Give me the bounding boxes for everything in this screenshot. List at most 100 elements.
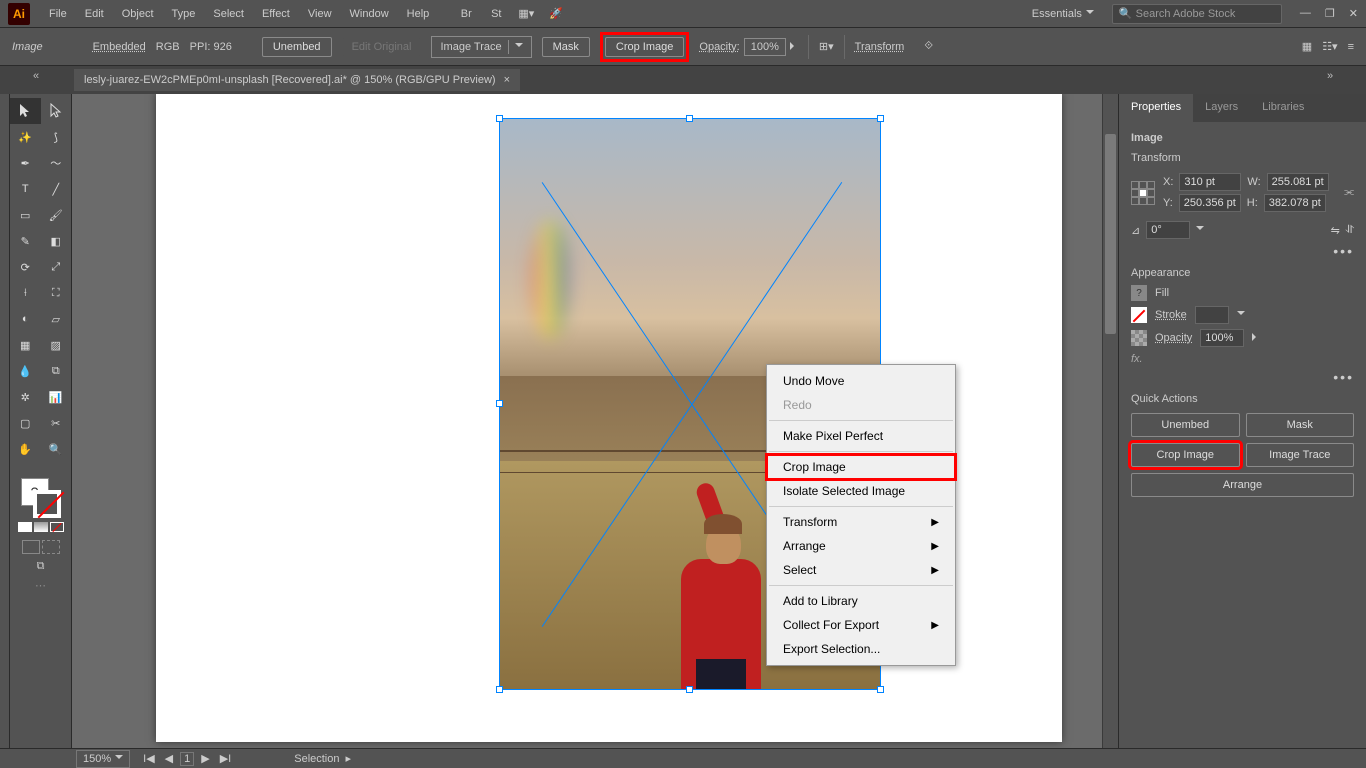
align-icon[interactable]: ⊞▾ [819, 40, 834, 53]
reference-point[interactable] [1131, 181, 1155, 205]
workspace-switcher[interactable]: Essentials [1022, 3, 1104, 25]
opacity-input[interactable] [1200, 329, 1244, 347]
draw-normal-icon[interactable] [22, 540, 40, 554]
cm-export-selection[interactable]: Export Selection... [767, 637, 955, 661]
pen-tool[interactable]: ✒ [10, 150, 41, 176]
menu-help[interactable]: Help [398, 8, 439, 20]
mesh-tool[interactable]: ▦ [10, 332, 41, 358]
crop-image-button[interactable]: Crop Image [605, 37, 684, 57]
bridge-icon[interactable]: Br [456, 4, 476, 24]
menu-file[interactable]: File [40, 8, 76, 20]
cm-collect-export[interactable]: Collect For Export▶ [767, 613, 955, 637]
line-tool[interactable]: ╱ [41, 176, 72, 202]
resize-handle-bl[interactable] [496, 686, 503, 693]
menu-window[interactable]: Window [341, 8, 398, 20]
tab-properties[interactable]: Properties [1119, 94, 1193, 122]
y-input[interactable] [1179, 194, 1241, 212]
cm-isolate[interactable]: Isolate Selected Image [767, 479, 955, 503]
arrange-docs-icon[interactable]: ▦▾ [516, 4, 536, 24]
perspective-tool[interactable]: ▱ [41, 306, 72, 332]
image-trace-dropdown[interactable]: Image Trace [431, 36, 531, 58]
tab-libraries[interactable]: Libraries [1250, 94, 1316, 122]
scale-tool[interactable]: ⤢ [41, 254, 72, 280]
window-minimize-icon[interactable]: — [1300, 7, 1311, 20]
panel-grid-icon[interactable]: ▦ [1302, 40, 1312, 53]
appearance-options-icon[interactable]: ••• [1131, 369, 1354, 385]
tab-close-icon[interactable]: × [504, 74, 510, 86]
vertical-scrollbar[interactable] [1102, 94, 1118, 748]
fill-swatch[interactable]: ? [1131, 285, 1147, 301]
qa-arrange-button[interactable]: Arrange [1131, 473, 1354, 497]
h-input[interactable] [1264, 194, 1326, 212]
stroke-label[interactable]: Stroke [1155, 309, 1187, 321]
left-dock-toggle[interactable]: « [4, 66, 68, 86]
resize-handle-bm[interactable] [686, 686, 693, 693]
artboard-number-input[interactable]: 1 [180, 752, 194, 766]
graph-tool[interactable]: 📊 [41, 384, 72, 410]
selection-tool[interactable] [10, 98, 41, 124]
slice-tool[interactable]: ✂ [41, 410, 72, 436]
x-input[interactable] [1179, 173, 1241, 191]
left-dock-strip[interactable] [0, 94, 10, 748]
resize-handle-br[interactable] [877, 686, 884, 693]
status-flyout-icon[interactable]: ▸ [346, 752, 352, 765]
cm-add-library[interactable]: Add to Library [767, 589, 955, 613]
cm-pixel-perfect[interactable]: Make Pixel Perfect [767, 424, 955, 448]
cm-select[interactable]: Select▶ [767, 558, 955, 582]
link-embedded[interactable]: Embedded [93, 41, 146, 53]
stroke-color[interactable] [33, 490, 61, 518]
qa-unembed-button[interactable]: Unembed [1131, 413, 1240, 437]
shaper-tool[interactable]: ✎ [10, 228, 41, 254]
w-input[interactable] [1267, 173, 1329, 191]
edit-toolbar-icon[interactable]: ⋯ [14, 579, 67, 592]
type-tool[interactable]: T [10, 176, 41, 202]
menu-type[interactable]: Type [163, 8, 205, 20]
right-dock-toggle[interactable]: » [1298, 66, 1362, 86]
hand-tool[interactable]: ✋ [10, 436, 41, 462]
mask-button[interactable]: Mask [542, 37, 590, 57]
rectangle-tool[interactable]: ▭ [10, 202, 41, 228]
transform-options-icon[interactable]: ••• [1131, 243, 1354, 259]
window-restore-icon[interactable]: ❐ [1325, 7, 1335, 20]
first-artboard-icon[interactable]: I◀ [140, 752, 158, 765]
fx-label[interactable]: fx. [1131, 353, 1354, 365]
paintbrush-tool[interactable]: 🖌 [41, 202, 72, 228]
chevron-down-icon[interactable] [1237, 308, 1245, 322]
opacity-flyout-icon[interactable] [790, 41, 798, 53]
opacity-label[interactable]: Opacity: [699, 41, 739, 53]
none-mode-icon[interactable] [50, 522, 64, 532]
symbol-sprayer-tool[interactable]: ✲ [10, 384, 41, 410]
transform-link[interactable]: Transform [855, 41, 905, 53]
tab-layers[interactable]: Layers [1193, 94, 1250, 122]
cm-transform[interactable]: Transform▶ [767, 510, 955, 534]
lasso-tool[interactable]: ⟆ [41, 124, 72, 150]
resize-handle-tr[interactable] [877, 115, 884, 122]
gradient-mode-icon[interactable] [34, 522, 48, 532]
cm-arrange[interactable]: Arrange▶ [767, 534, 955, 558]
width-tool[interactable]: ⟊ [10, 280, 41, 306]
stock-icon[interactable]: St [486, 4, 506, 24]
chevron-down-icon[interactable] [1196, 223, 1204, 237]
window-close-icon[interactable]: ✕ [1349, 7, 1358, 20]
cm-undo[interactable]: Undo Move [767, 369, 955, 393]
opacity-value[interactable]: 100% [744, 38, 786, 56]
draw-behind-icon[interactable] [42, 540, 60, 554]
angle-input[interactable] [1146, 221, 1190, 239]
stroke-swatch[interactable] [1131, 307, 1147, 323]
rotate-tool[interactable]: ⟳ [10, 254, 41, 280]
free-transform-tool[interactable]: ⛶ [41, 280, 72, 306]
menu-edit[interactable]: Edit [76, 8, 113, 20]
menu-effect[interactable]: Effect [253, 8, 299, 20]
resize-handle-tl[interactable] [496, 115, 503, 122]
opacity-flyout-icon[interactable] [1252, 332, 1260, 344]
prev-artboard-icon[interactable]: ◀ [162, 752, 176, 765]
shape-builder-tool[interactable]: ◐ [10, 306, 41, 332]
qa-image-trace-button[interactable]: Image Trace [1246, 443, 1355, 467]
last-artboard-icon[interactable]: ▶I [217, 752, 235, 765]
resize-handle-tm[interactable] [686, 115, 693, 122]
search-stock-input[interactable]: 🔍 Search Adobe Stock [1112, 4, 1282, 24]
next-artboard-icon[interactable]: ▶ [198, 752, 212, 765]
fill-stroke-swatch[interactable]: ? [21, 478, 61, 518]
color-mode-icon[interactable] [18, 522, 32, 532]
screen-mode-icon[interactable]: ⧉ [14, 560, 67, 573]
